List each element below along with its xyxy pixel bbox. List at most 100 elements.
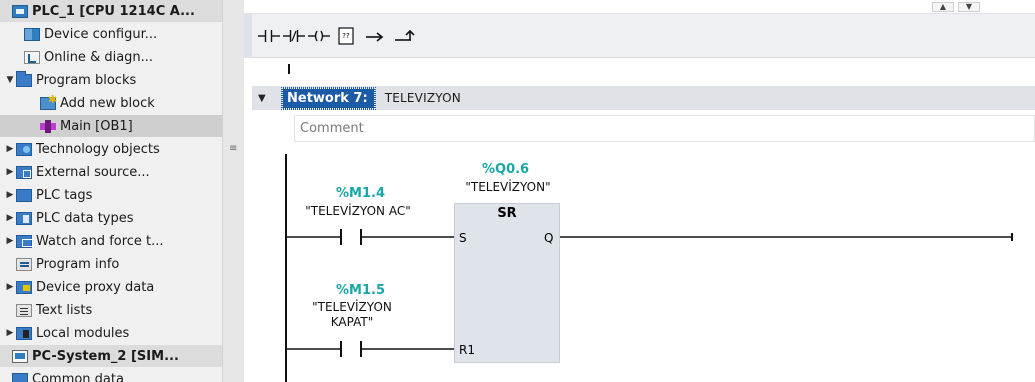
- tree-item-label: PC-System_2 [SIM...: [32, 348, 179, 364]
- tree-item-label: Online & diagn...: [44, 49, 154, 65]
- sr-operand-symbol[interactable]: "TELEVİZYON": [454, 180, 562, 194]
- tree-item-main-ob1[interactable]: Main [OB1]: [0, 115, 222, 137]
- tree-item-label: Program blocks: [36, 72, 137, 88]
- nc-contact-icon: [283, 30, 305, 42]
- tree-item-online-diagnostics[interactable]: Online & diagn...: [12, 46, 222, 68]
- network-header[interactable]: ▼ Network 7: TELEVIZYON: [252, 86, 1035, 110]
- online-diagnostics-icon: [24, 50, 40, 64]
- normally-closed-contact-button[interactable]: [283, 25, 305, 47]
- expand-icon[interactable]: ▶: [4, 144, 16, 154]
- expand-icon[interactable]: ▼: [4, 75, 16, 85]
- common-data-icon: [12, 372, 28, 382]
- tree-item-device-configuration[interactable]: Device configur...: [12, 23, 222, 45]
- open-branch-icon: [366, 32, 384, 42]
- tree-item-watch-force[interactable]: ▶ Watch and force t...: [4, 230, 222, 252]
- tree-item-common-data[interactable]: Common data: [12, 368, 222, 382]
- sr-pin-q: Q: [544, 231, 554, 245]
- tree-item-label: Common data: [32, 371, 124, 382]
- splitter-grip-icon[interactable]: ≡: [229, 144, 237, 154]
- tree-item-plc-data-types[interactable]: ▶ PLC data types: [4, 207, 222, 229]
- tree-item-label: PLC data types: [36, 210, 134, 226]
- tree-item-label: Watch and force t...: [36, 233, 164, 249]
- tree-item-add-new-block[interactable]: Add new block: [40, 92, 222, 114]
- ladder-wiring: [285, 154, 1013, 382]
- sr-flipflop-block[interactable]: SR S Q R1: [454, 203, 560, 363]
- expand-icon[interactable]: ▶: [4, 190, 16, 200]
- add-block-icon: [40, 93, 57, 110]
- folder-icon: [16, 70, 32, 87]
- no-contact-icon: [258, 30, 280, 42]
- program-info-icon: [16, 257, 32, 271]
- plc-tags-icon: [16, 188, 32, 202]
- pc-system-icon: [12, 349, 28, 363]
- tree-item-label: Add new block: [60, 95, 155, 111]
- external-source-icon: [16, 165, 32, 179]
- contact-1-address[interactable]: %M1.4: [336, 186, 385, 201]
- sr-block-type: SR: [497, 206, 517, 221]
- contact-1-symbol[interactable]: "TELEVİZYON AC": [296, 204, 420, 218]
- tree-item-text-lists[interactable]: Text lists: [16, 299, 222, 321]
- scroll-down-icon[interactable]: ▼: [958, 2, 980, 12]
- collapse-network-icon[interactable]: ▼: [258, 93, 272, 104]
- scroll-up-icon[interactable]: ▲: [932, 2, 954, 12]
- sr-pin-s: S: [459, 231, 467, 245]
- coil-icon: [308, 30, 330, 42]
- tree-item-label: External source...: [36, 164, 150, 180]
- ladder-editor: ▲ ▼ ?? ▼ Network 7: TELEVIZYON Comment S…: [244, 0, 1035, 382]
- cpu-icon: [12, 4, 28, 18]
- plc-data-types-icon: [16, 211, 32, 225]
- open-branch-button[interactable]: [364, 25, 386, 47]
- tree-item-label: Main [OB1]: [60, 118, 133, 134]
- tree-item-label: Program info: [36, 256, 120, 272]
- expand-icon[interactable]: ▶: [4, 328, 16, 338]
- empty-box-icon: ??: [338, 27, 354, 45]
- contact-2-symbol-line1[interactable]: "TELEVİZYON: [302, 300, 402, 314]
- text-lists-icon: [16, 303, 32, 317]
- close-branch-icon: [395, 29, 415, 41]
- expand-icon[interactable]: ▶: [4, 167, 16, 177]
- network-title[interactable]: Network 7:: [281, 86, 376, 110]
- tree-item-technology-objects[interactable]: ▶ Technology objects: [4, 138, 222, 160]
- tree-item-local-modules[interactable]: ▶ Local modules: [4, 322, 222, 344]
- coil-button[interactable]: [308, 25, 330, 47]
- tree-item-program-blocks[interactable]: ▼ Program blocks: [4, 69, 222, 91]
- expand-icon[interactable]: ▶: [4, 213, 16, 223]
- local-modules-icon: [16, 326, 32, 340]
- device-proxy-icon: [16, 280, 32, 294]
- tree-item-label: PLC_1 [CPU 1214C A...: [32, 3, 195, 19]
- tree-item-label: Technology objects: [36, 141, 160, 157]
- sr-operand-address[interactable]: %Q0.6: [482, 162, 529, 177]
- tree-item-pc-system[interactable]: PC-System_2 [SIM...: [0, 345, 222, 367]
- tree-item-plc[interactable]: PLC_1 [CPU 1214C A...: [0, 0, 222, 22]
- project-tree: PLC_1 [CPU 1214C A... Device configur...…: [0, 0, 244, 382]
- tree-splitter[interactable]: ≡: [222, 0, 244, 382]
- sr-pin-r1: R1: [459, 343, 475, 357]
- expand-icon[interactable]: ▶: [4, 282, 16, 292]
- device-config-icon: [24, 27, 40, 41]
- tree-item-label: Device proxy data: [36, 279, 155, 295]
- tree-item-program-info[interactable]: Program info: [16, 253, 222, 275]
- contact-2-symbol-line2[interactable]: KAPAT": [302, 315, 402, 329]
- expand-icon[interactable]: ▶: [4, 236, 16, 246]
- network-title-text[interactable]: TELEVIZYON: [385, 91, 461, 105]
- tree-item-label: Text lists: [36, 302, 93, 318]
- empty-box-button[interactable]: ??: [335, 25, 357, 47]
- ladder-instruction-toolbar: ??: [244, 14, 1035, 58]
- tree-item-device-proxy-data[interactable]: ▶ Device proxy data: [4, 276, 222, 298]
- comment-placeholder: Comment: [300, 121, 364, 136]
- empty-box-label: ??: [342, 32, 350, 40]
- normally-open-contact-button[interactable]: [258, 25, 280, 47]
- close-branch-button[interactable]: [394, 25, 416, 47]
- editor-top-bar: ▲ ▼: [244, 0, 1035, 14]
- project-tree-list: PLC_1 [CPU 1214C A... Device configur...…: [0, 0, 222, 382]
- tree-item-label: Device configur...: [44, 26, 158, 42]
- ladder-network: SR S Q R1 %Q0.6 "TELEVİZYON" %M1.4 "TELE…: [244, 146, 1035, 382]
- ob-block-icon: [40, 119, 56, 133]
- watch-force-icon: [16, 234, 33, 248]
- tree-item-plc-tags[interactable]: ▶ PLC tags: [4, 184, 222, 206]
- contact-2-address[interactable]: %M1.5: [336, 283, 385, 298]
- tree-item-external-source[interactable]: ▶ External source...: [4, 161, 222, 183]
- network-comment-field[interactable]: Comment: [294, 115, 1035, 142]
- previous-rung-line: [288, 64, 290, 74]
- tree-item-label: PLC tags: [36, 187, 93, 203]
